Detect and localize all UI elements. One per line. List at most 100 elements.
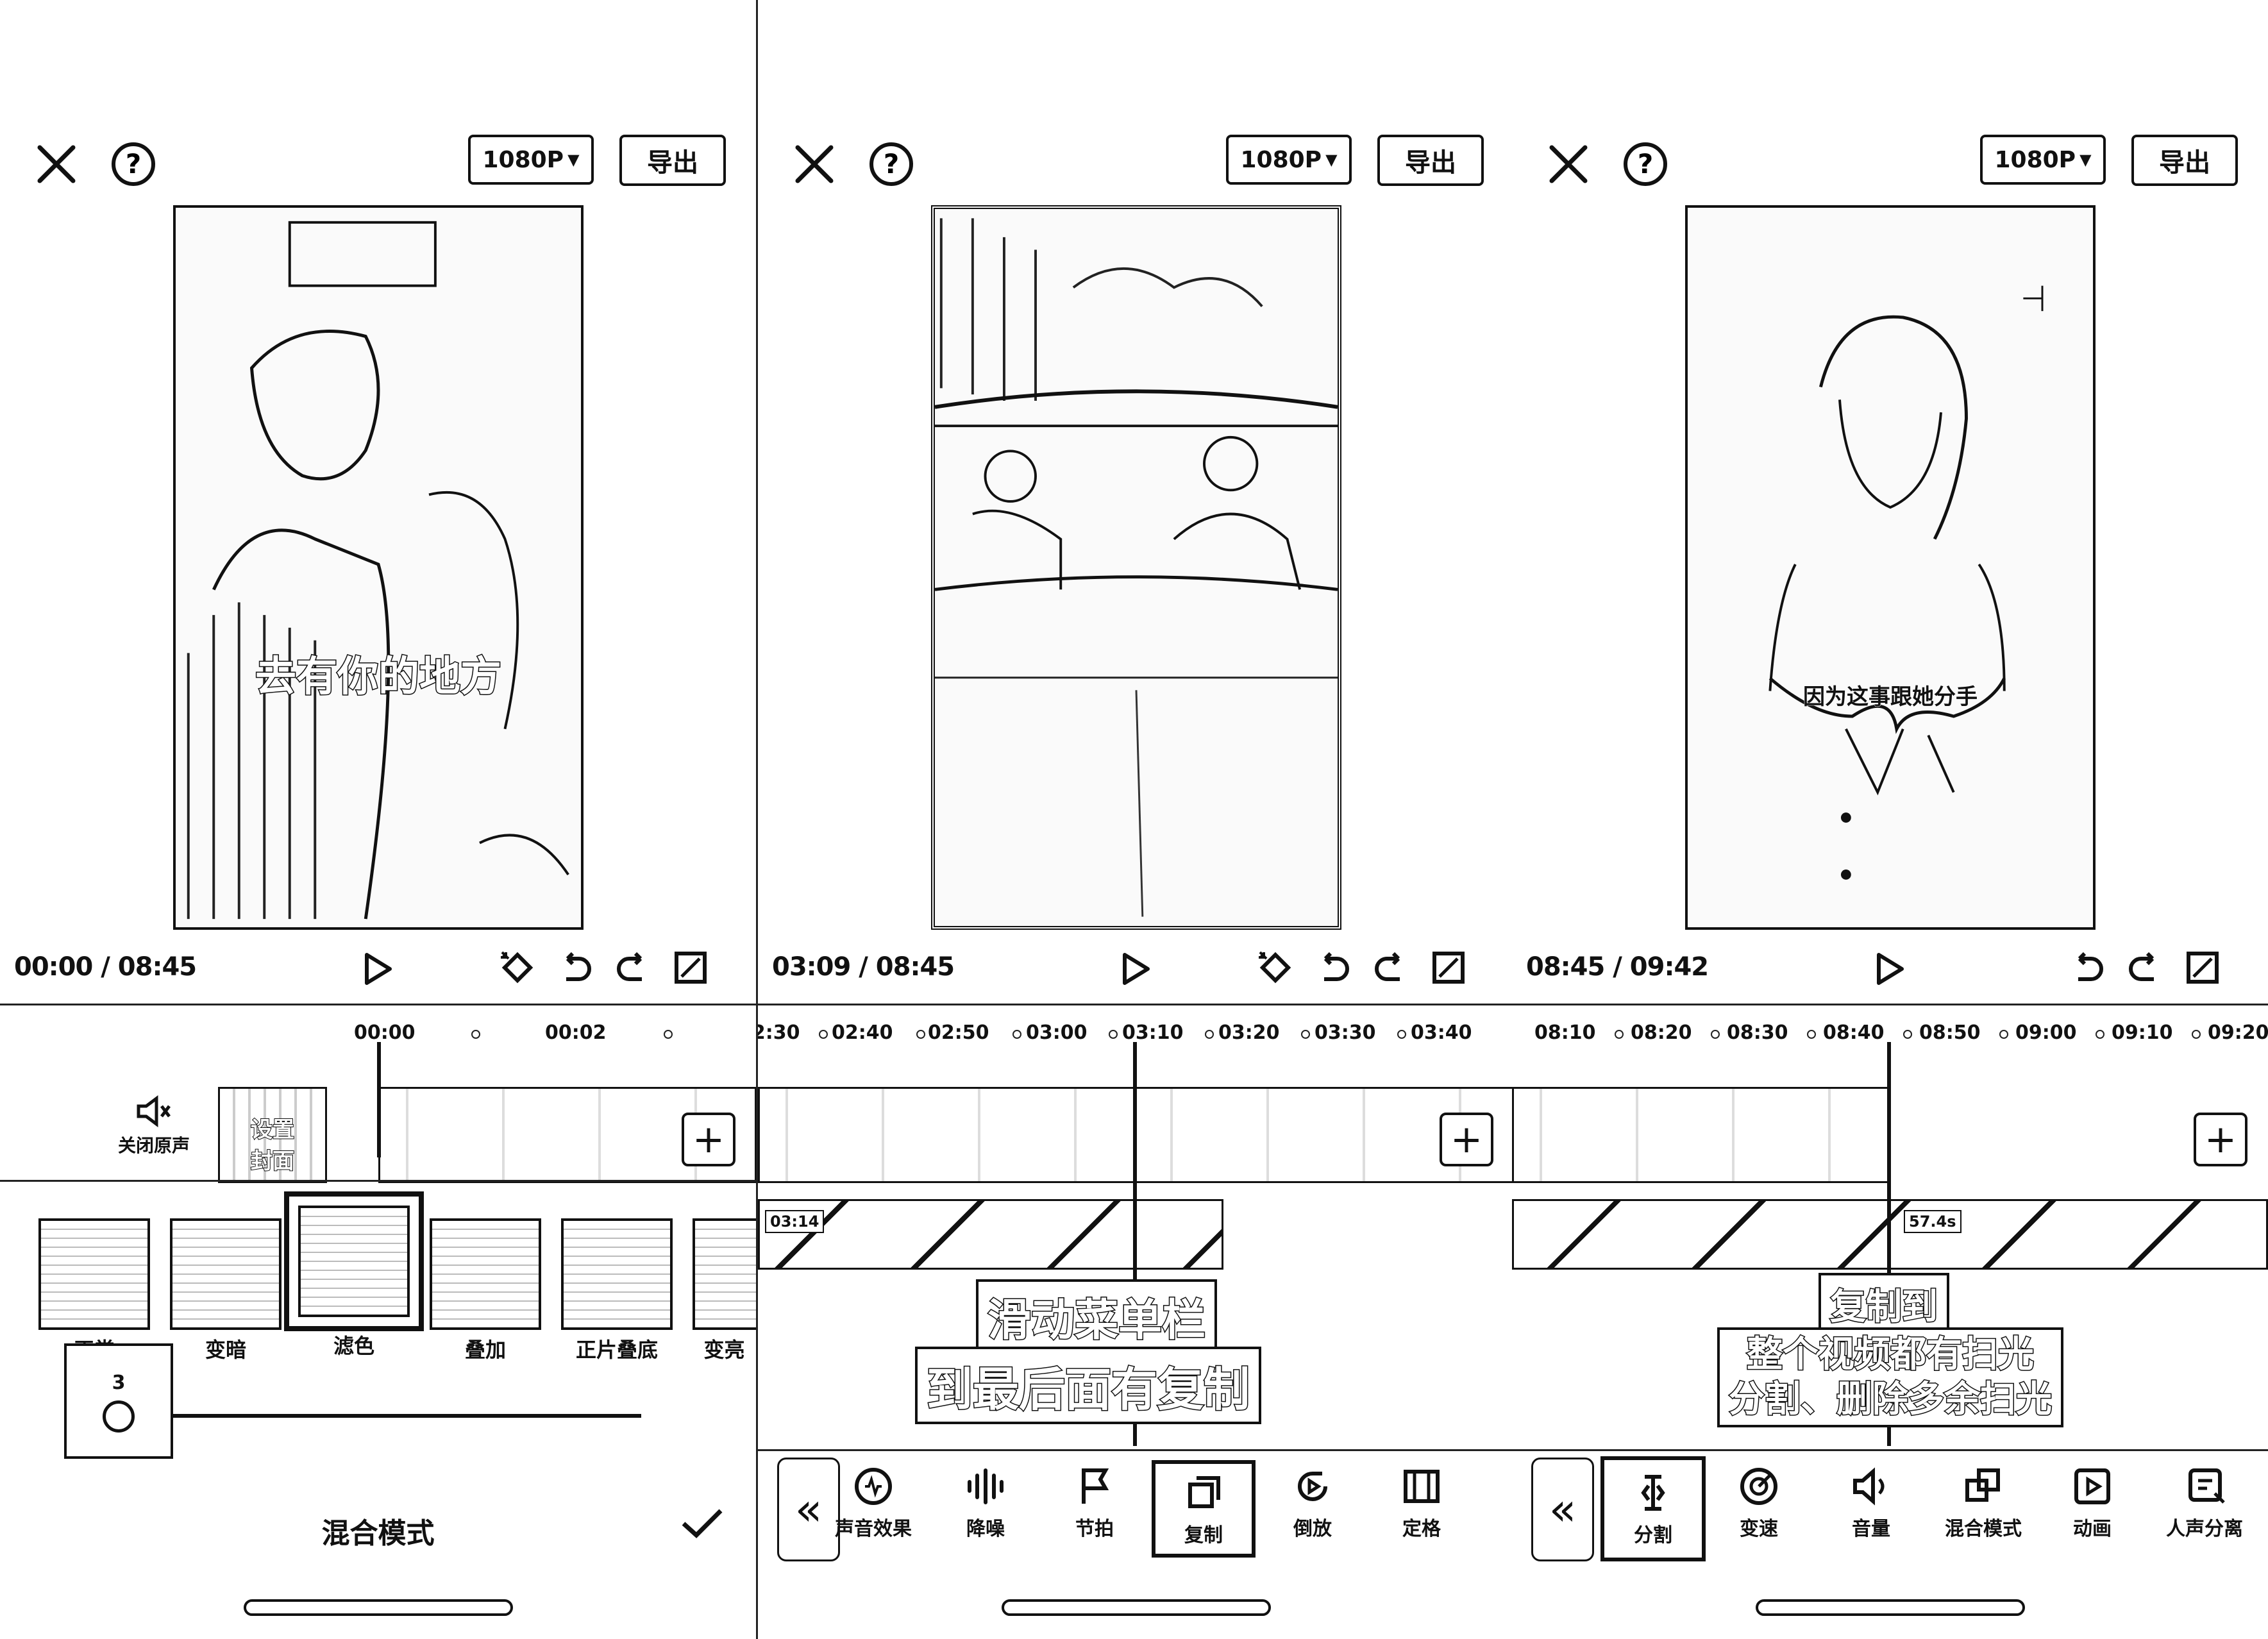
blend-mode-option[interactable]: 变亮 <box>693 1218 756 1363</box>
play-icon[interactable] <box>1117 951 1153 987</box>
collapse-button[interactable]: « <box>1531 1458 1594 1561</box>
svg-text:?: ? <box>884 148 899 180</box>
export-button[interactable]: 导出 <box>1377 135 1484 186</box>
tool-animation[interactable]: 动画 <box>2051 1464 2134 1541</box>
tool-sound-effect[interactable]: 声音效果 <box>832 1464 915 1541</box>
ruler-tick: 02:30 <box>758 1021 800 1044</box>
panel-copy: ? 1080P▼ 导出 03:09 / 08:45 02:30 <box>756 0 1514 1639</box>
blend-label: 变亮 <box>703 1338 745 1362</box>
blend-mode-option-selected[interactable]: 滤色 <box>284 1191 424 1359</box>
slider-handle[interactable]: 3 <box>64 1343 173 1459</box>
blend-thumb <box>693 1218 756 1330</box>
add-clip-button[interactable]: + <box>1440 1113 1493 1166</box>
effect-track[interactable]: 03:14 <box>758 1199 1223 1270</box>
blend-mode-option[interactable]: 叠加 <box>430 1218 541 1363</box>
split-icon <box>1641 1475 1665 1511</box>
keyframe-icon[interactable] <box>1257 950 1293 986</box>
panel-split: ? 1080P ▼ 导出 因为这事跟她分手 08:45 / 09:42 08:10… <box>1512 0 2268 1639</box>
ruler-dot <box>1012 1030 1021 1039</box>
help-icon[interactable]: ? <box>1621 140 1670 189</box>
tool-split[interactable]: 分割 <box>1600 1456 1706 1561</box>
tool-freeze[interactable]: 定格 <box>1380 1464 1463 1541</box>
close-icon[interactable] <box>32 140 81 189</box>
collapse-button[interactable]: « <box>777 1458 840 1561</box>
keyframe-icon[interactable] <box>500 950 535 986</box>
close-icon[interactable] <box>790 140 839 189</box>
chevron-down-icon: ▼ <box>2079 151 2092 169</box>
undo-icon[interactable] <box>2069 950 2105 986</box>
video-clip[interactable] <box>1512 1087 1890 1183</box>
play-icon[interactable] <box>1871 951 1907 987</box>
confirm-check-icon[interactable] <box>680 1507 725 1539</box>
resolution-button[interactable]: 1080P ▼ <box>1980 135 2106 185</box>
ruler-tick: 03:00 <box>1026 1021 1088 1044</box>
resolution-button[interactable]: 1080P ▼ <box>1226 135 1352 185</box>
redo-icon[interactable] <box>2127 950 2163 986</box>
video-frame-image <box>1768 285 2044 880</box>
video-preview: 去有你的地方 <box>173 205 584 930</box>
undo-icon[interactable] <box>1315 950 1351 986</box>
ruler-tick: 00:00 <box>354 1021 416 1044</box>
blend-mode-option[interactable]: 正片叠底 <box>561 1218 673 1363</box>
add-clip-button[interactable]: + <box>2194 1113 2247 1166</box>
tool-label: 声音效果 <box>835 1518 912 1540</box>
callout-annotation: 复制到 <box>1819 1273 1949 1335</box>
add-clip-button[interactable]: + <box>682 1113 735 1166</box>
animation-icon <box>2074 1468 2110 1504</box>
tool-copy[interactable]: 复制 <box>1152 1460 1256 1558</box>
undo-icon[interactable] <box>557 950 593 986</box>
edit-toolbar: « 分割 变速 音量 混合模式 动画 人声分离 <box>1512 1449 2268 1567</box>
callout-annotation: 滑动菜单栏 <box>976 1279 1218 1353</box>
fullscreen-icon[interactable] <box>1431 950 1466 986</box>
ruler-dot <box>819 1030 828 1039</box>
tool-blend-mode[interactable]: 混合模式 <box>1935 1464 2031 1541</box>
tool-vocal-separation[interactable]: 人声分离 <box>2160 1464 2268 1541</box>
tool-reverse[interactable]: 倒放 <box>1271 1464 1354 1541</box>
ruler-dot <box>1711 1030 1720 1039</box>
blend-thumb <box>430 1218 541 1330</box>
tool-label: 混合模式 <box>1945 1518 2022 1540</box>
set-cover-button[interactable]: 设置 封面 <box>218 1087 327 1183</box>
export-button[interactable]: 导出 <box>2131 135 2238 186</box>
callout-annotation: 到最后面有复制 <box>915 1347 1262 1424</box>
help-icon[interactable]: ? <box>109 140 158 189</box>
blend-mode-option[interactable]: 变暗 <box>170 1218 281 1363</box>
playhead[interactable] <box>377 1042 381 1157</box>
close-icon[interactable] <box>1544 140 1593 189</box>
callout-line: 分割、删除多余扫光 <box>1728 1378 2053 1422</box>
resolution-button[interactable]: 1080P ▼ <box>468 135 594 185</box>
callout-line: 到最后面有复制 <box>925 1362 1250 1418</box>
fullscreen-icon[interactable] <box>2185 950 2221 986</box>
chevron-down-icon: ▼ <box>567 151 580 169</box>
tool-volume[interactable]: 音量 <box>1829 1464 1913 1541</box>
tool-denoise[interactable]: 降噪 <box>944 1464 1027 1541</box>
redo-icon[interactable] <box>615 950 651 986</box>
blend-thumb <box>38 1218 150 1330</box>
ruler-tick: 03:30 <box>1315 1021 1376 1044</box>
reverse-icon <box>1298 1472 1327 1501</box>
top-bar: ? 1080P ▼ 导出 <box>758 128 1514 199</box>
ruler-dot <box>1301 1030 1310 1039</box>
playback-bar: 03:09 / 08:45 <box>758 946 1514 991</box>
time-display: 00:00 / 08:45 <box>14 952 197 982</box>
ruler-dot <box>664 1030 673 1039</box>
fullscreen-icon[interactable] <box>673 950 709 986</box>
tool-speed[interactable]: 变速 <box>1717 1464 1801 1541</box>
ruler-tick: 02:50 <box>928 1021 989 1044</box>
resolution-label: 1080P <box>1994 146 2076 173</box>
tool-beat[interactable]: 节拍 <box>1053 1464 1136 1541</box>
play-icon[interactable] <box>359 951 395 987</box>
denoise-icon <box>968 1468 1004 1504</box>
ruler-dot <box>1903 1030 1912 1039</box>
video-frame-image <box>935 218 1338 917</box>
redo-icon[interactable] <box>1373 950 1409 986</box>
callout-line: 复制到 <box>1829 1286 1939 1329</box>
flag-icon <box>1082 1468 1109 1504</box>
export-button[interactable]: 导出 <box>619 135 726 186</box>
resolution-label: 1080P <box>1240 146 1322 173</box>
blend-mode-option[interactable]: 正常 <box>38 1218 150 1363</box>
help-icon[interactable]: ? <box>867 140 916 189</box>
mute-original-button[interactable]: 关闭原声 <box>109 1093 199 1157</box>
opacity-slider[interactable]: 3 <box>64 1343 641 1459</box>
ruler-tick: 09:20 <box>2208 1021 2268 1044</box>
